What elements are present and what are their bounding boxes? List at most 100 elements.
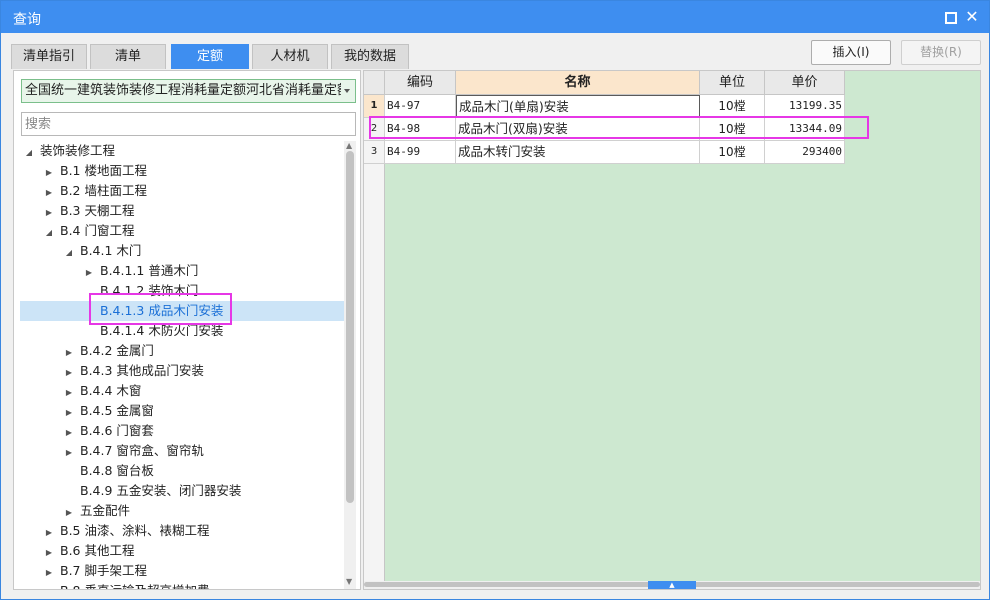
tree-node-label: B.4.1.1 普通木门 [100, 263, 199, 278]
row-number: 1 [364, 95, 385, 118]
tree-node-label: B.8 垂直运输及超高增加费 [60, 581, 209, 589]
quota-grid: 编码 名称 单位 单价 1 B4-97 成品木门(单扇)安装 10樘 13199… [363, 70, 981, 590]
tree-node[interactable]: ▶B.4.1.4 木防火门安装 [84, 321, 223, 341]
row-price[interactable]: 13199.35 [765, 95, 845, 118]
tree-node[interactable]: ▶B.4.8 窗台板 [64, 461, 154, 481]
tree-node[interactable]: ▶ 五金配件 [64, 501, 130, 521]
splitter-up-icon[interactable]: ▲ [648, 581, 696, 589]
tree-node[interactable]: ▶ B.2 墙柱面工程 [44, 181, 147, 201]
chevron-down-icon[interactable] [344, 89, 350, 93]
tree-node-label: B.4.2 金属门 [80, 343, 154, 358]
tree-node[interactable]: ▶ B.5 油漆、涂料、裱糊工程 [44, 521, 210, 543]
row-name[interactable]: 成品木转门安装 [456, 141, 700, 164]
row-unit[interactable]: 10樘 [700, 118, 765, 141]
tree-node[interactable]: ▶ B.4.2 金属门 [64, 341, 154, 361]
expand-arrow-icon[interactable]: ◢ [44, 223, 54, 243]
tree-node[interactable]: ▶ B.6 其他工程 [44, 541, 135, 563]
tree-node-label: B.4.1.3 成品木门安装 [100, 303, 224, 318]
collapse-arrow-icon[interactable]: ▶ [64, 343, 74, 363]
scroll-down-icon[interactable]: ▼ [346, 577, 352, 586]
tree-node[interactable]: ▶ B.4.7 窗帘盒、窗帘轨 [64, 441, 204, 461]
tree-node[interactable]: ◢ B.4.1 木门 [64, 241, 141, 261]
table-row[interactable]: 1 B4-97 成品木门(单扇)安装 10樘 13199.35 [364, 95, 845, 118]
tree-scrollbar[interactable]: ▲ ▼ [344, 141, 356, 589]
collapse-arrow-icon[interactable]: ▶ [44, 523, 54, 543]
collapse-arrow-icon[interactable]: ▶ [64, 503, 74, 523]
insert-button[interactable]: 插入(I) [811, 40, 891, 65]
tree-node-label: B.1 楼地面工程 [60, 163, 147, 178]
tab-bill[interactable]: 清单 [90, 44, 166, 69]
row-name[interactable]: 成品木门(单扇)安装 [456, 95, 700, 118]
collapse-arrow-icon[interactable]: ▶ [44, 163, 54, 183]
collapse-arrow-icon[interactable]: ▶ [44, 563, 54, 583]
header-unit[interactable]: 单位 [700, 71, 765, 95]
tab-bill-guide[interactable]: 清单指引 [11, 44, 87, 69]
tree-node[interactable]: ▶B.4.1.2 装饰木门 [84, 281, 198, 301]
row-code[interactable]: B4-99 [385, 141, 456, 164]
row-number-column [364, 95, 385, 589]
collapse-arrow-icon[interactable]: ▶ [64, 403, 74, 423]
tree-node-label: B.4.1.2 装饰木门 [100, 283, 199, 298]
collapse-arrow-icon[interactable]: ▶ [64, 383, 74, 403]
collapse-arrow-icon[interactable]: ▶ [44, 543, 54, 563]
tab-my-data[interactable]: 我的数据 [331, 44, 409, 69]
close-icon[interactable]: ✕ [965, 9, 979, 25]
tree-node[interactable]: ◢ B.4 门窗工程 [44, 221, 135, 243]
expand-arrow-icon[interactable]: ◢ [24, 143, 34, 163]
tree-node-label: 装饰装修工程 [40, 143, 116, 158]
tree-node-label: B.4.6 门窗套 [80, 423, 154, 438]
header-name[interactable]: 名称 [456, 71, 700, 95]
row-code[interactable]: B4-97 [385, 95, 456, 118]
table-row[interactable]: 3 B4-99 成品木转门安装 10樘 293400 [364, 141, 845, 164]
tree-node[interactable]: ▶ B.7 脚手架工程 [44, 561, 147, 581]
tab-labor-material-machine[interactable]: 人材机 [252, 44, 328, 69]
collapse-arrow-icon[interactable]: ▶ [64, 363, 74, 383]
tree-node-label: B.4.3 其他成品门安装 [80, 363, 204, 378]
tree-node[interactable]: ◢ 装饰装修工程 [24, 141, 115, 161]
tree-node[interactable]: ▶B.4.9 五金安装、闭门器安装 [64, 481, 241, 501]
tree-node[interactable]: ▶ B.4.6 门窗套 [64, 421, 154, 441]
collapse-arrow-icon[interactable]: ▶ [44, 583, 54, 589]
collapse-arrow-icon[interactable]: ▶ [64, 443, 74, 463]
tree-node[interactable]: ▶ B.4.3 其他成品门安装 [64, 361, 204, 381]
tree-node[interactable]: ▶B.4.1.3 成品木门安装 [20, 301, 344, 321]
header-corner [364, 71, 385, 95]
search-input[interactable] [21, 112, 356, 136]
collapse-arrow-icon[interactable]: ▶ [64, 423, 74, 443]
tree-node-label: B.4.7 窗帘盒、窗帘轨 [80, 443, 204, 458]
header-code[interactable]: 编码 [385, 71, 456, 95]
row-unit[interactable]: 10樘 [700, 95, 765, 118]
tree-node-label: B.4.5 金属窗 [80, 403, 154, 418]
tree-node-label: B.5 油漆、涂料、裱糊工程 [60, 523, 210, 538]
header-price[interactable]: 单价 [765, 71, 845, 95]
row-unit[interactable]: 10樘 [700, 141, 765, 164]
row-price[interactable]: 13344.09 [765, 118, 845, 141]
tree-node-label: B.3 天棚工程 [60, 203, 135, 218]
tree-node-label: 五金配件 [80, 503, 131, 518]
collapse-arrow-icon[interactable]: ▶ [44, 183, 54, 203]
expand-arrow-icon[interactable]: ◢ [64, 243, 74, 263]
tree-node[interactable]: ▶ B.4.5 金属窗 [64, 401, 154, 421]
table-row[interactable]: 2 B4-98 成品木门(双扇)安装 10樘 13344.09 [364, 118, 845, 141]
row-name[interactable]: 成品木门(双扇)安装 [456, 118, 700, 141]
library-select[interactable]: 全国统一建筑装饰装修工程消耗量定额河北省消耗量定额(20 [21, 79, 356, 103]
tree-node[interactable]: ▶ B.4.1.1 普通木门 [84, 261, 198, 281]
scroll-up-icon[interactable]: ▲ [346, 141, 352, 150]
tree-node-label: B.2 墙柱面工程 [60, 183, 147, 198]
row-number: 3 [364, 141, 385, 164]
replace-button[interactable]: 替换(R) [901, 40, 981, 65]
tab-quota[interactable]: 定额 [171, 44, 249, 69]
maximize-icon[interactable] [943, 10, 957, 24]
tree-node[interactable]: ▶ B.1 楼地面工程 [44, 161, 147, 181]
tree-node[interactable]: ▶ B.3 天棚工程 [44, 201, 135, 223]
collapse-arrow-icon[interactable]: ▶ [44, 203, 54, 223]
row-code[interactable]: B4-98 [385, 118, 456, 141]
tree-node[interactable]: ▶ B.4.4 木窗 [64, 381, 141, 401]
tree-node-label: B.4.9 五金安装、闭门器安装 [80, 483, 242, 498]
collapse-arrow-icon[interactable]: ▶ [84, 263, 94, 283]
title-bar[interactable]: 查询 ✕ [1, 1, 989, 33]
row-price[interactable]: 293400 [765, 141, 845, 164]
library-select-value: 全国统一建筑装饰装修工程消耗量定额河北省消耗量定额(20 [25, 83, 341, 98]
tree-node[interactable]: ▶ B.8 垂直运输及超高增加费 [44, 581, 210, 589]
scrollbar-thumb[interactable] [346, 151, 354, 503]
